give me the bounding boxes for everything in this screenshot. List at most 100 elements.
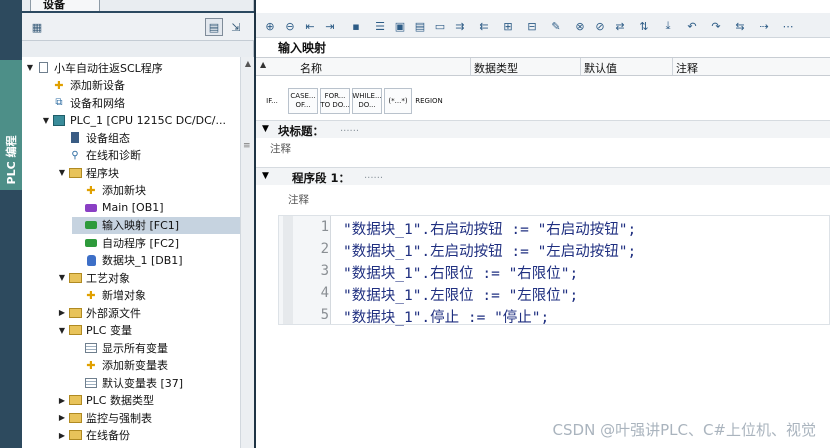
tree-item[interactable]: ✚ 添加新设备 <box>40 77 125 95</box>
export-icon[interactable]: ⇲ <box>227 18 245 36</box>
network-comment[interactable]: 注释 <box>288 192 309 207</box>
folder-icon-glyph <box>68 395 82 406</box>
expanded-arrow-icon[interactable]: ▼ <box>24 63 36 72</box>
scl-code-editor[interactable]: 1 "数据块_1".右启动按钮 := "右启动按钮"; 2 "数据块_1".左启… <box>278 215 830 327</box>
monitor-off-icon[interactable]: ⊘ <box>592 18 608 34</box>
tree-table-icon[interactable]: ▦ <box>28 18 46 36</box>
block-title: 输入映射 <box>278 41 327 55</box>
tree-item[interactable]: ▶ 外部源文件 <box>56 304 141 322</box>
block-heading-dots: ...... <box>340 123 360 134</box>
delete-row-icon[interactable]: ⇥ <box>322 18 338 34</box>
expanded-arrow-icon[interactable]: ▼ <box>56 273 68 282</box>
folder-icon-glyph <box>68 430 82 441</box>
column-name[interactable]: 名称 <box>300 60 322 76</box>
collapsed-arrow-icon[interactable]: ▶ <box>56 308 68 317</box>
tree-item[interactable]: 数据块_1 [DB1] <box>72 252 183 270</box>
region-template-button[interactable]: REGION <box>414 88 444 114</box>
expand-icon[interactable]: ⊞ <box>500 18 516 34</box>
tree-item[interactable]: ✚ 新增对象 <box>72 287 146 305</box>
tree-item-label: 设备和网络 <box>70 96 125 110</box>
tree-item[interactable]: ▶ PLC 数据类型 <box>56 392 154 410</box>
tree-item[interactable]: ▼ 小车自动往返SCL程序 <box>24 59 163 77</box>
collapsed-arrow-icon[interactable]: ▶ <box>56 396 68 405</box>
tree-item[interactable]: ✚ 添加新块 <box>72 182 146 200</box>
plc-programming-tab[interactable]: PLC 编程 <box>0 60 22 190</box>
tree-item[interactable]: 自动程序 [FC2] <box>72 234 179 252</box>
collapse-network-icon[interactable]: ▼ <box>262 171 269 181</box>
tree-scrollbar[interactable]: ▲ ≡ <box>240 57 254 448</box>
overview-icon[interactable]: ▤ <box>205 18 223 36</box>
monitor-on-icon[interactable]: ⊗ <box>572 18 588 34</box>
download-icon[interactable]: ⤓ <box>660 18 676 34</box>
network-bar[interactable]: ▼ 程序段 1： ...... <box>256 167 830 185</box>
tree-item[interactable]: Main [OB1] <box>72 199 164 217</box>
collapse-icon[interactable]: ⊟ <box>524 18 540 34</box>
tree-item[interactable]: 默认变量表 [37] <box>72 374 183 392</box>
tree-item[interactable]: ⚲ 在线和诊断 <box>56 147 141 165</box>
network-dots: ...... <box>364 170 384 181</box>
code-line[interactable]: "数据块_1".右限位 := "右限位"; <box>343 262 578 283</box>
show-all-icon[interactable]: ⇆ <box>732 18 748 34</box>
if-template-button[interactable]: IF... <box>260 88 284 114</box>
project-tree: ▼ 小车自动往返SCL程序 ✚ 添加新设备 ⧉ 设备和网络 ▼ PLC_1 [CPU 1215… <box>22 57 240 448</box>
tree-item[interactable]: ▶ 在线备份 <box>56 427 130 445</box>
project-icon-glyph <box>38 62 48 74</box>
code-line[interactable]: "数据块_1".左限位 := "左限位"; <box>343 284 578 305</box>
collapsed-arrow-icon[interactable]: ▶ <box>56 413 68 422</box>
scl-template-strip: IF... CASE... OF... FOR... TO DO... WHIL… <box>256 83 830 119</box>
folder-icon <box>68 429 82 441</box>
tree-item[interactable]: ▼ 程序块 <box>56 164 119 182</box>
bookmark-icon[interactable]: ✎ <box>548 18 564 34</box>
code-line[interactable]: "数据块_1".左启动按钮 := "左启动按钮"; <box>343 240 636 261</box>
scroll-grip-icon[interactable]: ≡ <box>243 141 251 151</box>
tree-item[interactable]: ▼ 工艺对象 <box>56 269 130 287</box>
goto-icon[interactable]: ⇅ <box>636 18 652 34</box>
indent-out-icon[interactable]: ⇇ <box>476 18 492 34</box>
code-line[interactable]: "数据块_1".停止 := "停止"; <box>343 306 549 327</box>
tree-item[interactable]: ⧉ 设备和网络 <box>40 94 125 112</box>
tree-item-label: 默认变量表 [37] <box>102 376 184 390</box>
list-view-icon[interactable]: ▤ <box>412 18 428 34</box>
snippet-icon[interactable]: ⇢ <box>756 18 772 34</box>
tree-item[interactable]: 显示所有变量 <box>72 339 168 357</box>
tree-item[interactable]: ▶ 监控与强制表 <box>56 409 152 427</box>
collapse-interface-icon[interactable]: ▲ <box>260 60 266 69</box>
for-template-button[interactable]: FOR... TO DO... <box>320 88 350 114</box>
while-template-button[interactable]: WHILE... DO... <box>352 88 382 114</box>
tree-item[interactable]: ▼ PLC_1 [CPU 1215C DC/DC/... <box>40 112 226 130</box>
delete-network-icon[interactable]: ⊖ <box>282 18 298 34</box>
expanded-arrow-icon[interactable]: ▼ <box>40 116 52 125</box>
tree-item[interactable]: 输入映射 [FC1] <box>72 216 240 234</box>
call-icon[interactable]: ⇄ <box>612 18 628 34</box>
tree-item[interactable]: ▼ PLC 变量 <box>56 322 132 340</box>
code-line[interactable]: "数据块_1".右启动按钮 := "右启动按钮"; <box>343 218 636 239</box>
block-comment[interactable]: 注释 <box>270 141 291 156</box>
indent-in-icon[interactable]: ⇉ <box>452 18 468 34</box>
properties-icon[interactable]: ▪ <box>348 18 364 34</box>
insert-row-icon[interactable]: ⇤ <box>302 18 318 34</box>
column-comment[interactable]: 注释 <box>676 60 698 76</box>
column-datatype[interactable]: 数据类型 <box>474 60 518 76</box>
folder-icon <box>68 272 82 284</box>
scroll-up-icon[interactable]: ▲ <box>242 58 254 70</box>
tree-item[interactable]: ✚ 添加新变量表 <box>72 357 168 375</box>
tree-item-label: 输入映射 [FC1] <box>102 219 180 233</box>
comment-icon[interactable]: ▭ <box>432 18 448 34</box>
block-view-icon[interactable]: ▣ <box>392 18 408 34</box>
prev-error-icon[interactable]: ↶ <box>684 18 700 34</box>
column-default[interactable]: 默认值 <box>584 60 617 76</box>
expanded-arrow-icon[interactable]: ▼ <box>56 168 68 177</box>
case-template-button[interactable]: CASE... OF... <box>288 88 318 114</box>
collapsed-arrow-icon[interactable]: ▶ <box>56 431 68 440</box>
next-error-icon[interactable]: ↷ <box>708 18 724 34</box>
block-title-bar[interactable]: ▼ 块标题： ...... <box>256 120 830 138</box>
align-icon[interactable]: ☰ <box>372 18 388 34</box>
comment-template-button[interactable]: (*...*) <box>384 88 412 114</box>
expanded-arrow-icon[interactable]: ▼ <box>56 326 68 335</box>
line-number: 5 <box>320 307 329 323</box>
more-tools-icon[interactable]: ⋯ <box>780 18 796 34</box>
tree-item[interactable]: 设备组态 <box>56 129 130 147</box>
insert-network-icon[interactable]: ⊕ <box>262 18 278 34</box>
collapse-block-title-icon[interactable]: ▼ <box>262 124 269 134</box>
tree-item-label: PLC 变量 <box>86 324 132 338</box>
